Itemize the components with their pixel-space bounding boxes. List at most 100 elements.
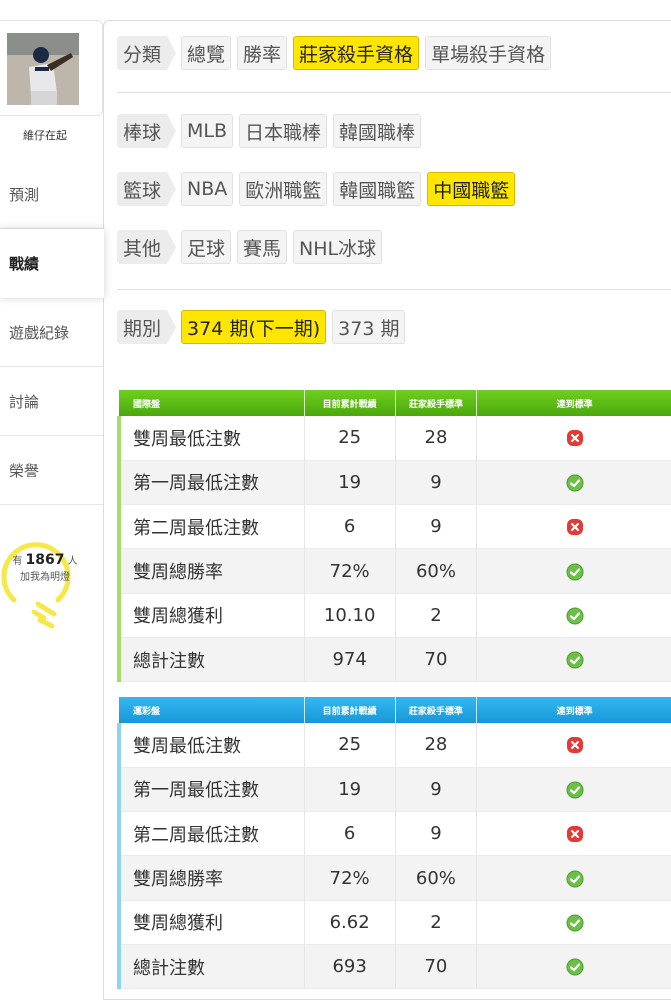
cell-label: 總計注數	[116, 637, 305, 682]
table-title: 國際盤	[119, 390, 305, 416]
filter-chip-basketball[interactable]: 歐洲職籃	[239, 172, 328, 206]
sidebar-item-label: 討論	[9, 392, 40, 411]
filter-chip-other[interactable]: 賽馬	[237, 230, 288, 264]
cell-label: 雙周最低注數	[116, 723, 305, 768]
filter-chip-other[interactable]: NHL冰球	[293, 230, 383, 264]
cell-met	[476, 637, 671, 682]
filter-period: 期別 374 期(下一期) 373 期	[117, 309, 411, 345]
cell-current: 6	[303, 504, 396, 549]
filter-chip-other[interactable]: 足球	[181, 230, 232, 264]
cell-met	[476, 504, 671, 549]
filter-chip-baseball[interactable]: 日本職棒	[239, 114, 328, 148]
table-row: 第一周最低注數 19 9	[116, 460, 671, 505]
column-header: 莊家殺手標準	[394, 390, 477, 416]
cell-met	[476, 900, 671, 945]
cell-standard: 70	[394, 637, 477, 682]
cell-standard: 9	[394, 504, 477, 549]
cell-label: 雙周總勝率	[116, 855, 305, 901]
cell-met	[476, 593, 671, 638]
filter-chip-category[interactable]: 勝率	[237, 36, 288, 70]
cell-current: 72%	[303, 855, 396, 901]
divider	[117, 289, 671, 290]
table-row: 總計注數 693 70	[116, 944, 671, 989]
filter-chip-basketball[interactable]: 韓國職籃	[333, 172, 422, 206]
cell-met	[476, 548, 671, 594]
filter-chip-category[interactable]: 總覽	[181, 36, 232, 70]
check-circle-icon	[566, 870, 584, 888]
cell-current: 10.10	[303, 593, 396, 638]
filter-chip-baseball[interactable]: MLB	[181, 114, 234, 148]
fans-widget[interactable]: 有 1867 人 加我為明燈	[0, 540, 90, 630]
filter-chip-category[interactable]: 莊家殺手資格	[293, 36, 420, 70]
check-circle-icon	[566, 651, 584, 669]
cell-met	[476, 811, 671, 856]
fans-suffix: 人	[67, 556, 78, 567]
filter-baseball: 棒球 MLB 日本職棒 韓國職棒	[117, 113, 427, 149]
sidebar-item-predict[interactable]: 預測	[0, 160, 103, 229]
cell-standard: 28	[394, 416, 477, 461]
filter-chip-period[interactable]: 373 期	[332, 310, 406, 344]
filter-chip-period[interactable]: 374 期(下一期)	[181, 310, 327, 344]
stats-table-sports-lottery: 運彩盤 目前累計戰績 莊家殺手標準 達到標準 雙周最低注數 25 28 第一周最低注數 19 9 第…	[116, 697, 671, 989]
cell-current: 72%	[303, 548, 396, 594]
table-row: 雙周總獲利 10.10 2	[116, 593, 671, 638]
avatar[interactable]	[7, 33, 79, 105]
check-circle-icon	[566, 781, 584, 799]
table-row: 第一周最低注數 19 9	[116, 767, 671, 812]
sidebar-item-record[interactable]: 戰績	[0, 229, 104, 298]
column-header: 目前累計戰績	[303, 390, 396, 416]
table-row: 雙周最低注數 25 28	[116, 416, 671, 461]
stats-table-international: 國際盤 目前累計戰績 莊家殺手標準 達到標準 雙周最低注數 25 28 第一周最低注數 19 9 第…	[116, 390, 671, 682]
check-circle-icon	[566, 607, 584, 625]
cell-current: 19	[303, 767, 396, 812]
check-circle-icon	[566, 563, 584, 581]
cell-current: 6.62	[303, 900, 396, 945]
check-circle-icon	[566, 958, 584, 976]
cell-label: 雙周總獲利	[116, 900, 305, 945]
sidebar-item-label: 預測	[9, 185, 40, 204]
cell-standard: 9	[394, 767, 477, 812]
filter-chip-baseball[interactable]: 韓國職棒	[333, 114, 422, 148]
cell-current: 974	[303, 637, 396, 682]
sidebar-item-honor[interactable]: 榮譽	[0, 436, 103, 505]
cell-met	[476, 460, 671, 505]
username: 維仔在起	[23, 129, 67, 142]
table-row: 雙周總勝率 72% 60%	[116, 855, 671, 901]
cell-label: 第二周最低注數	[116, 811, 305, 856]
cell-current: 19	[303, 460, 396, 505]
fans-text: 有 1867 人 加我為明燈	[2, 552, 88, 586]
column-header: 目前累計戰績	[303, 697, 396, 723]
fans-prefix: 有	[12, 556, 23, 567]
filter-label: 期別	[117, 310, 177, 344]
cell-label: 雙周最低注數	[116, 416, 305, 461]
table-row: 總計注數 974 70	[116, 637, 671, 682]
filter-label: 分類	[117, 36, 177, 70]
cell-standard: 28	[394, 723, 477, 768]
cell-met	[476, 416, 671, 461]
column-header: 達到標準	[476, 697, 671, 723]
sidebar-item-label: 榮譽	[9, 461, 40, 480]
filter-chip-basketball[interactable]: NBA	[181, 172, 234, 206]
main-panel: 分類 總覽 勝率 莊家殺手資格 單場殺手資格 棒球 MLB 日本職棒 韓國職棒 籃球 NBA 歐洲…	[103, 20, 671, 1000]
filter-category: 分類 總覽 勝率 莊家殺手資格 單場殺手資格	[117, 35, 557, 71]
sidebar-nav: 預測 戰績 遊戲紀錄 討論 榮譽	[0, 160, 104, 505]
cell-label: 總計注數	[116, 944, 305, 989]
cell-label: 雙周總勝率	[116, 548, 305, 594]
cell-label: 第一周最低注數	[116, 767, 305, 812]
cell-standard: 2	[394, 900, 477, 945]
sidebar-item-discussion[interactable]: 討論	[0, 367, 103, 436]
table-title: 運彩盤	[119, 697, 305, 723]
cell-standard: 60%	[394, 855, 477, 901]
cell-met	[476, 723, 671, 768]
table-row: 第二周最低注數 6 9	[116, 504, 671, 549]
divider	[117, 92, 671, 93]
check-circle-icon	[566, 914, 584, 932]
cell-standard: 9	[394, 460, 477, 505]
sidebar-item-label: 戰績	[9, 255, 40, 273]
cell-standard: 2	[394, 593, 477, 638]
filter-chip-basketball[interactable]: 中國職籃	[427, 172, 516, 206]
cell-met	[476, 855, 671, 901]
filter-other: 其他 足球 賽馬 NHL冰球	[117, 229, 388, 265]
sidebar-item-game-log[interactable]: 遊戲紀錄	[0, 298, 103, 367]
filter-chip-category[interactable]: 單場殺手資格	[425, 36, 552, 70]
